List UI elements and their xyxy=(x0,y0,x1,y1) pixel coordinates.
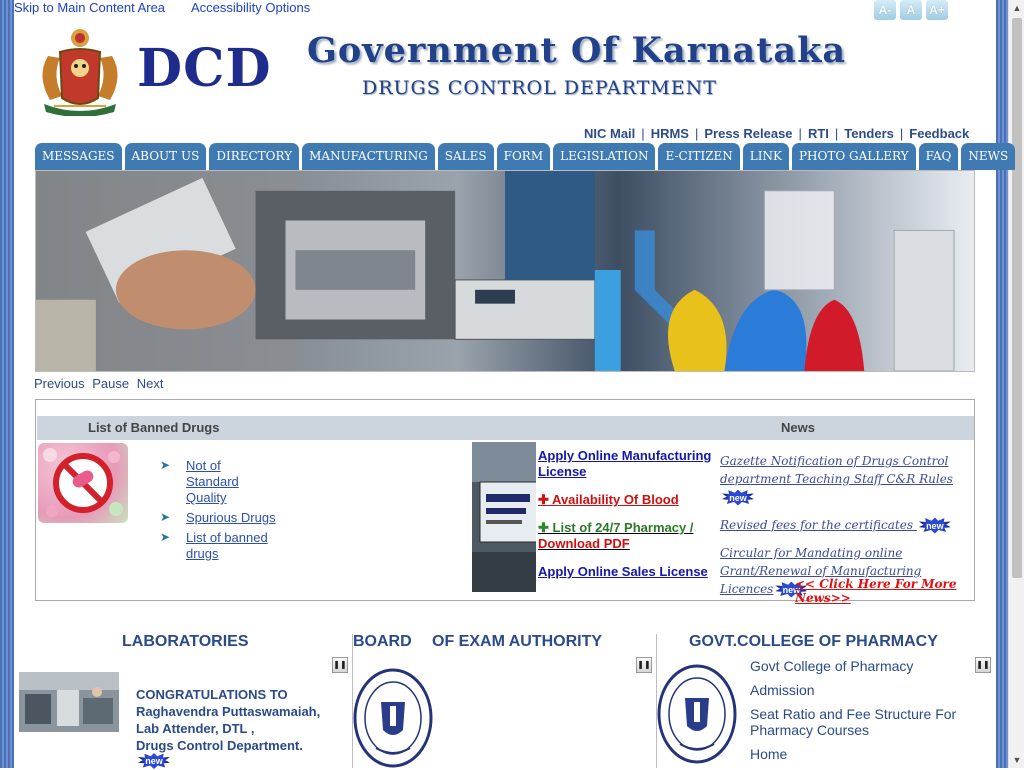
press-release-link[interactable]: Press Release xyxy=(704,126,792,141)
govt-college-title: GOVT.COLLEGE OF PHARMACY xyxy=(689,633,938,650)
separator: | xyxy=(899,126,904,141)
availability-of-blood-label: Availability Of Blood xyxy=(552,492,679,507)
nic-mail-link[interactable]: NIC Mail xyxy=(584,126,635,141)
banned-drugs-header: List of Banned Drugs xyxy=(88,420,220,435)
separator: | xyxy=(834,126,839,141)
nav-link[interactable]: LINK xyxy=(742,143,789,170)
download-pdf-label: Download PDF xyxy=(538,536,630,551)
separator: | xyxy=(694,126,699,141)
seat-ratio-fee-link[interactable]: Seat Ratio and Fee Structure For Pharmac… xyxy=(750,706,990,738)
home-link[interactable]: Home xyxy=(750,746,990,762)
college-of-pharmacy-seal-icon xyxy=(657,664,737,764)
news-item-revised-fees[interactable]: Revised fees for the certificates new xyxy=(720,516,974,534)
list-of-banned-drugs-link[interactable]: List of banned drugs xyxy=(186,530,278,562)
tenders-link[interactable]: Tenders xyxy=(844,126,894,141)
page-right-border xyxy=(996,0,1008,768)
nav-sales[interactable]: SALES xyxy=(437,143,494,170)
list-item: ➤ Not of Standard Quality xyxy=(160,458,300,506)
feedback-link[interactable]: Feedback xyxy=(909,126,969,141)
laboratories-announcement: CONGRATULATIONS TO Raghavendra Puttaswam… xyxy=(136,686,320,754)
skip-to-main-link[interactable]: Skip to Main Content Area xyxy=(14,0,165,15)
karnataka-emblem-icon xyxy=(42,29,118,116)
arrow-bullet-icon: ➤ xyxy=(160,458,171,472)
separator: | xyxy=(798,126,802,141)
nav-faq[interactable]: FAQ xyxy=(918,143,959,170)
department-subtitle: DRUGS CONTROL DEPARTMENT xyxy=(362,77,717,99)
board-pause-button[interactable]: ❚❚ xyxy=(636,657,652,673)
separator: | xyxy=(641,126,645,141)
font-increase-button[interactable]: A+ xyxy=(926,0,948,20)
font-decrease-button[interactable]: A- xyxy=(874,0,896,20)
college-links-list: Govt College of Pharmacy Admission Seat … xyxy=(750,658,990,770)
arrow-bullet-icon: ➤ xyxy=(160,510,171,524)
arrow-bullet-icon: ➤ xyxy=(160,530,171,544)
slideshow-next-button[interactable]: Next xyxy=(137,376,164,391)
college-of-pharmacy-seal-icon xyxy=(353,668,433,768)
dcd-logo-text: DCD xyxy=(137,38,272,99)
govt-college-of-pharmacy-link[interactable]: Govt College of Pharmacy xyxy=(750,658,990,674)
top-utility-links: NIC Mail | HRMS | Press Release | RTI | Tenders |… xyxy=(584,126,969,141)
nav-photo-gallery[interactable]: PHOTO GALLERY xyxy=(791,143,916,170)
nav-about-us[interactable]: ABOUT US xyxy=(124,143,207,170)
exam-authority-title: OF EXAM AUTHORITY xyxy=(432,633,603,650)
nav-messages[interactable]: MESSAGES xyxy=(35,143,122,170)
announcement-line: CONGRATULATIONS TO xyxy=(136,687,288,702)
nav-manufacturing[interactable]: MANUFACTURING xyxy=(302,143,435,170)
news-item-gazette[interactable]: Gazette Notification of Drugs Control de… xyxy=(720,452,974,506)
green-cross-icon: ✚ xyxy=(538,520,549,535)
nav-e-citizen[interactable]: E-CITIZEN xyxy=(658,143,740,170)
laboratories-title: LABORATORIES xyxy=(122,633,249,650)
list-item: ➤ List of banned drugs xyxy=(160,530,300,562)
laboratory-photo xyxy=(19,672,119,732)
pharmacy-24x7-label: List of 24/7 Pharmacy / xyxy=(552,520,694,535)
spurious-drugs-link[interactable]: Spurious Drugs xyxy=(186,510,276,526)
news-item-label: Gazette Notification of Drugs Control de… xyxy=(720,454,953,486)
scroll-up-arrow-icon[interactable]: ▲ xyxy=(1009,0,1024,16)
apply-online-sales-license-link[interactable]: Apply Online Sales License xyxy=(538,564,718,580)
board-title: BOARD xyxy=(353,633,412,650)
availability-of-blood-link[interactable]: ✚ Availability Of Blood xyxy=(538,492,718,508)
slideshow-controls: Previous Pause Next xyxy=(34,376,167,391)
main-navigation: MESSAGES ABOUT US DIRECTORY MANUFACTURIN… xyxy=(35,143,1016,170)
vertical-scrollbar[interactable]: ▲ ▼ xyxy=(1008,0,1024,768)
hrms-link[interactable]: HRMS xyxy=(651,126,689,141)
font-normal-button[interactable]: A xyxy=(900,0,922,20)
news-header: News xyxy=(781,420,815,435)
scrollbar-thumb[interactable] xyxy=(1012,18,1022,578)
nav-legislation[interactable]: LEGISLATION xyxy=(553,143,656,170)
apply-online-manufacturing-license-link[interactable]: Apply Online Manufacturing License xyxy=(538,448,718,480)
nav-news[interactable]: NEWS xyxy=(961,143,1016,170)
page-left-border xyxy=(0,0,14,768)
banner-slideshow-image xyxy=(35,170,975,372)
announcement-line: Drugs Control Department. xyxy=(136,738,303,753)
laboratories-pause-button[interactable]: ❚❚ xyxy=(332,657,348,673)
banned-drugs-image xyxy=(38,443,128,523)
red-cross-icon: ✚ xyxy=(538,492,549,507)
office-building-photo xyxy=(472,442,536,592)
news-item-label: Revised fees for the certificates xyxy=(720,518,913,532)
page-title: Government Of Karnataka xyxy=(307,30,846,71)
banned-drugs-list: ➤ Not of Standard Quality ➤ Spurious Dru… xyxy=(160,458,300,566)
pharmacy-24x7-link[interactable]: ✚ List of 24/7 Pharmacy / Download PDF xyxy=(538,520,718,552)
scroll-down-arrow-icon[interactable]: ▼ xyxy=(1009,752,1024,768)
new-badge-icon: new xyxy=(918,517,951,534)
accessibility-options-link[interactable]: Accessibility Options xyxy=(191,0,310,15)
slideshow-previous-button[interactable]: Previous xyxy=(34,376,85,391)
more-news-link[interactable]: << Click Here For More News>> xyxy=(795,577,974,605)
slideshow-pause-button[interactable]: Pause xyxy=(92,376,129,391)
new-badge-icon: new xyxy=(138,753,170,769)
rti-link[interactable]: RTI xyxy=(808,126,829,141)
announcement-line: Raghavendra Puttaswamaiah, xyxy=(136,704,321,719)
new-badge-icon: new xyxy=(722,489,754,506)
list-item: ➤ Spurious Drugs xyxy=(160,510,300,526)
not-of-standard-quality-link[interactable]: Not of Standard Quality xyxy=(186,458,250,506)
quick-links: Apply Online Manufacturing License ✚ Ava… xyxy=(538,448,718,592)
announcement-line: Lab Attender, DTL , xyxy=(136,721,255,736)
admission-link[interactable]: Admission xyxy=(750,682,990,698)
nav-directory[interactable]: DIRECTORY xyxy=(209,143,300,170)
nav-form[interactable]: FORM xyxy=(496,143,551,170)
banned-drugs-and-news-panel: List of Banned Drugs News ➤ Not of Stand… xyxy=(35,399,975,605)
